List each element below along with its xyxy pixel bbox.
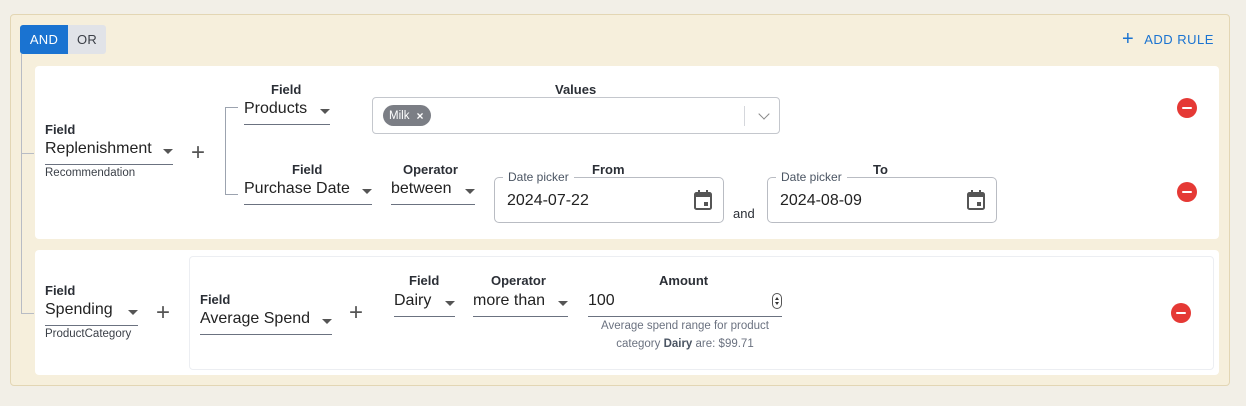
average-spend-field-select[interactable]: Average Spend xyxy=(200,310,332,335)
average-spend-field-value: Average Spend xyxy=(200,310,311,327)
or-toggle-button[interactable]: OR xyxy=(68,25,106,54)
remove-subrule-button-average-spend[interactable] xyxy=(1171,303,1191,323)
spend-operator-label: Operator xyxy=(491,273,546,288)
rule2-field-label: Field xyxy=(45,283,76,298)
average-spend-add-button[interactable]: + xyxy=(349,301,363,325)
and-toggle-button[interactable]: AND xyxy=(20,25,68,54)
between-and-text: and xyxy=(733,206,755,221)
category-field-select[interactable]: Dairy xyxy=(394,292,455,317)
amount-helper-text: Average spend range for product category… xyxy=(585,317,785,353)
helper-line-1: Average spend range for product xyxy=(601,320,769,332)
caret-down-icon xyxy=(163,148,173,154)
combinator-toggle: AND OR xyxy=(20,25,106,54)
chevron-down-icon xyxy=(758,107,770,120)
chip-label: Milk xyxy=(389,109,410,122)
rule1-subrule-bracket xyxy=(225,107,238,195)
tree-connector-rule1 xyxy=(21,153,34,154)
products-field-label: Field xyxy=(271,82,302,97)
date-operator-select[interactable]: between xyxy=(391,180,475,205)
caret-down-icon xyxy=(320,108,330,114)
caret-down-icon xyxy=(445,300,455,306)
remove-subrule-button-purchase-date[interactable] xyxy=(1177,182,1197,202)
from-label: From xyxy=(592,162,625,177)
amount-label: Amount xyxy=(659,273,709,288)
caret-down-icon xyxy=(465,188,475,194)
helper-line-2: category Dairy are: $99.71 xyxy=(585,335,785,353)
from-date-picker[interactable]: Date picker 2024-07-22 xyxy=(494,170,724,223)
rule2-field-subtext: ProductCategory xyxy=(45,328,132,340)
purchase-date-field-label: Field xyxy=(292,162,323,177)
products-field-value: Products xyxy=(244,100,308,117)
products-field-select[interactable]: Products xyxy=(244,100,330,125)
value-chip-milk: Milk × xyxy=(383,105,432,126)
tree-connector-vertical xyxy=(21,54,22,313)
rule1-field-select[interactable]: Replenishment xyxy=(45,140,173,165)
calendar-icon[interactable] xyxy=(967,190,985,210)
plus-icon: + xyxy=(1122,28,1135,50)
rule2-add-subrule-button[interactable]: + xyxy=(156,301,170,325)
rule1-field-label: Field xyxy=(45,122,76,137)
values-multiselect[interactable]: Milk × xyxy=(372,97,780,134)
calendar-icon[interactable] xyxy=(694,190,712,210)
helper-suffix: are: $99.71 xyxy=(692,338,754,350)
helper-category: Dairy xyxy=(663,338,693,350)
from-date-value: 2024-07-22 xyxy=(507,192,589,209)
caret-down-icon xyxy=(362,188,372,194)
tree-connector-rule2 xyxy=(21,313,34,314)
spend-operator-select[interactable]: more than xyxy=(473,292,568,317)
caret-down-icon xyxy=(128,309,138,315)
caret-down-icon xyxy=(558,300,568,306)
dropdown-separator xyxy=(744,106,745,126)
rule2-field-value: Spending xyxy=(45,301,113,318)
purchase-date-field-select[interactable]: Purchase Date xyxy=(244,180,372,205)
add-rule-label: ADD RULE xyxy=(1144,31,1214,47)
to-date-picker-legend: Date picker xyxy=(776,170,847,184)
add-rule-button[interactable]: + ADD RULE xyxy=(1122,28,1214,50)
to-date-value: 2024-08-09 xyxy=(780,192,862,209)
purchase-date-field-value: Purchase Date xyxy=(244,180,350,197)
average-spend-field-label: Field xyxy=(200,292,231,307)
values-dropdown-toggle[interactable] xyxy=(749,98,779,133)
date-operator-value: between xyxy=(391,180,452,197)
to-date-picker[interactable]: Date picker 2024-08-09 xyxy=(767,170,997,223)
chip-remove-icon[interactable]: × xyxy=(416,109,423,123)
spend-operator-value: more than xyxy=(473,292,546,309)
amount-input[interactable]: 100 xyxy=(588,292,782,317)
caret-down-icon xyxy=(322,318,332,324)
to-label: To xyxy=(873,162,888,177)
rule1-field-subtext: Recommendation xyxy=(45,167,136,179)
from-date-picker-legend: Date picker xyxy=(503,170,574,184)
remove-subrule-button-products[interactable] xyxy=(1177,98,1197,118)
date-operator-label: Operator xyxy=(403,162,458,177)
values-label: Values xyxy=(555,82,597,97)
rule1-add-subrule-button[interactable]: + xyxy=(191,141,205,165)
rule2-field-select[interactable]: Spending xyxy=(45,301,138,326)
rule1-field-value: Replenishment xyxy=(45,140,152,157)
category-field-value: Dairy xyxy=(394,292,432,309)
category-field-label: Field xyxy=(409,273,440,288)
helper-prefix: category xyxy=(616,338,664,350)
number-stepper-icon[interactable] xyxy=(772,293,782,309)
amount-value: 100 xyxy=(588,292,615,309)
